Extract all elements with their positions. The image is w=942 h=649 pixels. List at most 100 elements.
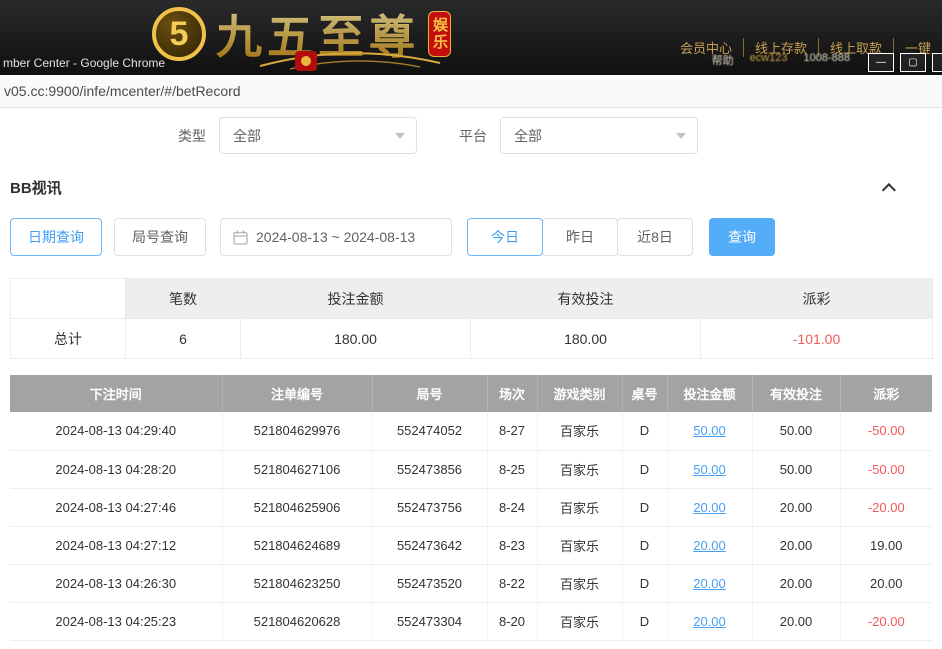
date-range-picker[interactable]: 2024-08-13 ~ 2024-08-13 xyxy=(220,218,452,256)
bet-amount-link[interactable]: 20.00 xyxy=(693,500,726,515)
cell-table-no: D xyxy=(622,450,667,488)
cell-time: 2024-08-13 04:26:30 xyxy=(10,564,222,602)
help-link[interactable]: 帮助 xyxy=(712,52,734,68)
bet-amount-link[interactable]: 20.00 xyxy=(693,614,726,629)
browser-window-title: mber Center - Google Chrome xyxy=(3,56,165,70)
cell-table-no: D xyxy=(622,488,667,526)
calendar-icon xyxy=(233,230,248,245)
last-8-days-button[interactable]: 近8日 xyxy=(617,218,693,256)
close-button[interactable]: ✕ xyxy=(932,53,942,72)
table-row: 2024-08-13 04:27:12 521804624689 5524736… xyxy=(10,526,932,564)
cell-valid-bet: 20.00 xyxy=(752,488,840,526)
column-header-round-no: 局号 xyxy=(372,375,487,412)
platform-select[interactable]: 全部 xyxy=(500,117,698,154)
date-query-button[interactable]: 日期查询 xyxy=(10,218,102,256)
cell-valid-bet: 20.00 xyxy=(752,602,840,640)
bet-amount-link[interactable]: 50.00 xyxy=(693,462,726,477)
cell-round-no: 552473642 xyxy=(372,526,487,564)
bet-amount-link[interactable]: 20.00 xyxy=(693,576,726,591)
cell-game: 百家乐 xyxy=(537,564,622,602)
chevron-down-icon xyxy=(395,133,405,139)
cell-round-no: 552473520 xyxy=(372,564,487,602)
cell-round-no: 552473756 xyxy=(372,488,487,526)
today-button[interactable]: 今日 xyxy=(467,218,543,256)
cell-valid-bet: 50.00 xyxy=(752,450,840,488)
column-header-payout: 派彩 xyxy=(840,375,932,412)
url-text[interactable]: v05.cc:9900/infe/mcenter/#/betRecord xyxy=(4,83,241,99)
query-controls: 日期查询 局号查询 2024-08-13 ~ 2024-08-13 今日 昨日 … xyxy=(10,218,942,256)
cell-valid-bet: 20.00 xyxy=(752,526,840,564)
bet-amount-link[interactable]: 20.00 xyxy=(693,538,726,553)
window-controls: — ▢ ✕ xyxy=(868,53,942,72)
summary-header-row: 笔数 投注金额 有效投注 派彩 xyxy=(11,279,933,319)
cell-round-no: 552474052 xyxy=(372,412,487,450)
cell-valid-bet: 20.00 xyxy=(752,564,840,602)
cell-valid-bet: 50.00 xyxy=(752,412,840,450)
column-header-count: 笔数 xyxy=(126,279,241,319)
cell-order-no: 521804624689 xyxy=(222,526,372,564)
cell-order-no: 521804623250 xyxy=(222,564,372,602)
yesterday-button[interactable]: 昨日 xyxy=(542,218,618,256)
cell-time: 2024-08-13 04:27:46 xyxy=(10,488,222,526)
cell-time: 2024-08-13 04:27:12 xyxy=(10,526,222,564)
column-header-session: 场次 xyxy=(487,375,537,412)
cell-table-no: D xyxy=(622,564,667,602)
bet-record-table: 下注时间 注单编号 局号 场次 游戏类别 桌号 投注金额 有效投注 派彩 202… xyxy=(10,375,932,641)
cell-payout: -50.00 xyxy=(840,412,932,450)
table-row: 2024-08-13 04:29:40 521804629976 5524740… xyxy=(10,412,932,450)
total-valid: 180.00 xyxy=(471,319,701,359)
cell-order-no: 521804627106 xyxy=(222,450,372,488)
cell-time: 2024-08-13 04:29:40 xyxy=(10,412,222,450)
platform-filter-label: 平台 xyxy=(459,126,487,146)
cell-table-no: D xyxy=(622,412,667,450)
column-header-game-type: 游戏类别 xyxy=(537,375,622,412)
cell-session: 8-23 xyxy=(487,526,537,564)
cell-order-no: 521804625906 xyxy=(222,488,372,526)
minimize-button[interactable]: — xyxy=(868,53,894,72)
cell-payout: 20.00 xyxy=(840,564,932,602)
balance-text: 1008-888 xyxy=(804,52,851,68)
table-row: 2024-08-13 04:27:46 521804625906 5524737… xyxy=(10,488,932,526)
username-text: ecw123 xyxy=(750,52,788,68)
type-select[interactable]: 全部 xyxy=(219,117,417,154)
section-title: BB视讯 xyxy=(10,177,62,198)
logo-swoosh-decoration xyxy=(255,50,445,72)
total-bet: 180.00 xyxy=(241,319,471,359)
type-select-value: 全部 xyxy=(233,126,261,146)
cell-session: 8-20 xyxy=(487,602,537,640)
total-count: 6 xyxy=(126,319,241,359)
collapse-chevron-up-icon[interactable] xyxy=(882,183,896,197)
platform-select-value: 全部 xyxy=(514,126,542,146)
cell-session: 8-27 xyxy=(487,412,537,450)
column-header-bet-amount: 投注金额 xyxy=(241,279,471,319)
cell-table-no: D xyxy=(622,526,667,564)
total-payout: -101.00 xyxy=(701,319,933,359)
cell-game: 百家乐 xyxy=(537,488,622,526)
cell-session: 8-25 xyxy=(487,450,537,488)
site-header: 5 九五至尊 娱乐 会员中心 线上存款 线上取款 一键 mber Center … xyxy=(0,0,942,75)
cell-time: 2024-08-13 04:28:20 xyxy=(10,450,222,488)
summary-table: 笔数 投注金额 有效投注 派彩 总计 6 180.00 180.00 -101.… xyxy=(10,278,933,359)
chevron-down-icon xyxy=(676,133,686,139)
round-query-button[interactable]: 局号查询 xyxy=(114,218,206,256)
column-header-blank xyxy=(11,279,126,319)
bet-amount-link[interactable]: 50.00 xyxy=(693,423,726,438)
search-button[interactable]: 查询 xyxy=(709,218,775,256)
column-header-bet-amount: 投注金额 xyxy=(667,375,752,412)
column-header-bet-time: 下注时间 xyxy=(10,375,222,412)
address-bar[interactable]: v05.cc:9900/infe/mcenter/#/betRecord xyxy=(0,75,942,108)
cell-payout: -20.00 xyxy=(840,602,932,640)
total-label: 总计 xyxy=(11,319,126,359)
table-row: 2024-08-13 04:25:23 521804620628 5524733… xyxy=(10,602,932,640)
quick-date-group: 今日 昨日 近8日 xyxy=(467,218,693,256)
cell-game: 百家乐 xyxy=(537,412,622,450)
column-header-table-no: 桌号 xyxy=(622,375,667,412)
type-filter-label: 类型 xyxy=(178,126,206,146)
maximize-button[interactable]: ▢ xyxy=(900,53,926,72)
column-header-valid-bet: 有效投注 xyxy=(752,375,840,412)
logo-coin-icon: 5 xyxy=(152,7,206,61)
column-header-payout: 派彩 xyxy=(701,279,933,319)
cell-payout: 19.00 xyxy=(840,526,932,564)
red-seal-icon xyxy=(295,51,317,71)
filter-row: 类型 全部 平台 全部 xyxy=(178,117,942,154)
